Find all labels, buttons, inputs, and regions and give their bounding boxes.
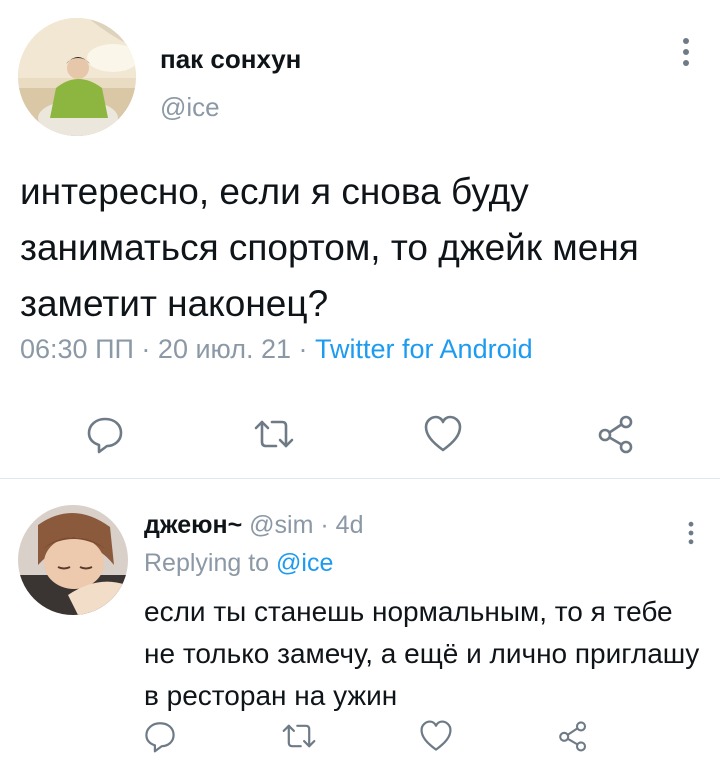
retweet-icon[interactable] [280,719,318,758]
tweet-date: 20 июл. 21 [157,334,291,364]
reply-icon[interactable] [143,719,177,758]
author-name[interactable]: пак сонхун [160,44,301,75]
meta-separator: · [141,334,151,364]
reply-text: если ты станешь нормальным, то я тебе не… [144,596,700,711]
reply-author-name[interactable]: джеюн~ [144,511,242,539]
reply-age: 4d [335,511,364,539]
reply-header: джеюн~ @sim · 4d [144,511,363,540]
reply-author-handle[interactable]: @sim [249,511,313,539]
reply-more-options-icon[interactable] [687,521,695,545]
reply-author-avatar[interactable] [18,505,128,615]
tweet-text: интересно, если я снова буду заниматься … [20,171,639,324]
author-avatar[interactable] [18,18,136,136]
reply-actions [0,719,720,753]
tweet-actions [0,414,720,454]
reply-icon[interactable] [85,414,125,459]
share-icon[interactable] [557,719,589,758]
like-icon[interactable] [418,719,454,758]
more-options-icon[interactable] [681,38,691,66]
like-icon[interactable] [422,414,464,459]
reply-separator: · [320,511,329,539]
replying-to-mention[interactable]: @ice [276,549,333,577]
replying-to-label: Replying to [144,549,270,577]
meta-separator: · [298,334,308,364]
main-tweet: пак сонхун @ice интересно, если я снова … [0,0,720,478]
tweet-meta: 06:30 ПП · 20 июл. 21 · Twitter for Andr… [20,334,533,365]
reply-tweet[interactable]: джеюн~ @sim · 4d Replying to @ice если т… [0,479,720,770]
tweet-source-link[interactable]: Twitter for Android [315,334,533,364]
author-handle[interactable]: @ice [160,92,220,123]
replying-to: Replying to @ice [144,549,333,578]
tweet-time: 06:30 ПП [20,334,134,364]
share-icon[interactable] [596,414,636,459]
retweet-icon[interactable] [252,414,296,459]
